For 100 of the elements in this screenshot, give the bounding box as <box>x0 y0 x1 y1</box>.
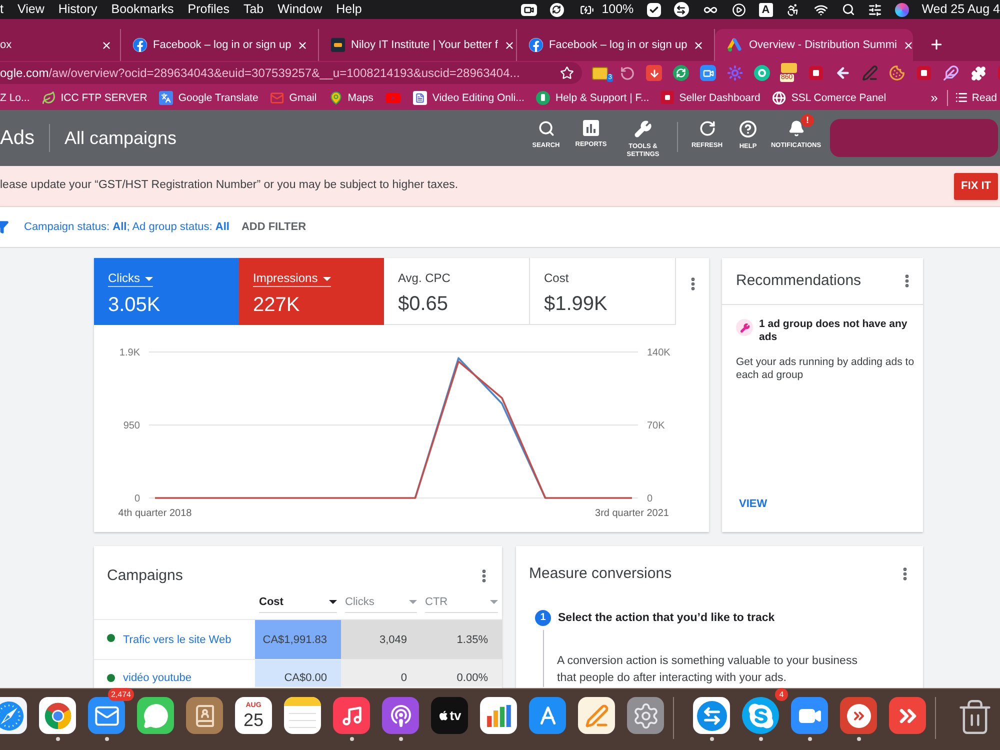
skype-app-icon[interactable] <box>742 697 779 734</box>
product-name: Ads <box>0 126 34 150</box>
feather-icon[interactable] <box>943 65 959 81</box>
history-icon[interactable] <box>620 66 634 80</box>
orb-icon[interactable] <box>894 2 909 16</box>
menu-item[interactable]: Window <box>278 2 322 17</box>
bookmark-item[interactable]: Seller Dashboard <box>661 90 760 104</box>
view-link[interactable]: VIEW <box>739 496 768 512</box>
campaign-link[interactable]: Trafic vers le site Web <box>123 632 232 646</box>
cookie-icon[interactable] <box>889 65 905 81</box>
menu-item[interactable]: Profiles <box>188 2 230 17</box>
close-icon[interactable] <box>693 40 704 50</box>
video-camera-icon[interactable] <box>520 4 537 16</box>
card-title: Recommendations <box>736 270 862 291</box>
music-app-icon[interactable] <box>333 697 370 734</box>
remote-desktop-app-icon[interactable] <box>840 697 877 734</box>
menu-item[interactable]: Bookmarks <box>111 2 174 17</box>
pen-app-icon[interactable] <box>578 697 615 734</box>
caret-icon <box>329 600 337 604</box>
close-icon[interactable] <box>297 40 308 50</box>
step-number-icon: 1 <box>535 610 551 626</box>
table-cell: 1.35% <box>421 619 502 659</box>
circular-arrows-icon[interactable] <box>550 2 564 16</box>
add-filter-button[interactable]: ADD FILTER <box>241 218 306 236</box>
column-header[interactable]: Cost <box>259 594 337 613</box>
sticky-note-icon[interactable] <box>592 66 608 80</box>
podcasts-app-icon[interactable] <box>382 697 419 734</box>
wifi-icon[interactable] <box>812 2 829 16</box>
metric-tile[interactable]: Avg. CPC $0.65 <box>384 258 530 325</box>
bookmark-item[interactable]: ICC FTP SERVER <box>42 90 148 104</box>
metric-dropdown[interactable]: Clicks <box>108 271 153 287</box>
contacts-app-icon[interactable] <box>186 697 223 734</box>
messages-app-icon[interactable] <box>137 697 174 734</box>
bookmark-star-icon[interactable] <box>560 66 574 80</box>
browser-tab[interactable]: Overview - Distribution Summi <box>715 29 913 61</box>
metric-tile[interactable]: Impressions 227K <box>239 258 384 325</box>
bookmark-item[interactable]: Video Editing Onli... <box>413 90 524 104</box>
bookmark-item[interactable]: Google Translate <box>159 90 258 104</box>
toggles-icon[interactable] <box>868 2 882 16</box>
ring-icon[interactable] <box>754 65 770 81</box>
menu-item[interactable]: Tab <box>243 2 264 17</box>
banner-message: lease update your “GST/HST Registration Number” or you may be subject to higher taxes. <box>0 178 458 194</box>
menu-item[interactable]: View <box>17 2 44 17</box>
bookmark-item[interactable]: Gmail <box>270 90 317 104</box>
column-header[interactable]: CTR <box>425 594 498 613</box>
logo-icon <box>331 38 345 52</box>
compass-app-icon[interactable] <box>0 697 27 734</box>
chevrons-app-icon[interactable] <box>889 697 926 734</box>
close-icon[interactable] <box>504 40 515 50</box>
search-icon[interactable] <box>842 3 855 16</box>
puzzle-icon[interactable] <box>970 66 986 80</box>
document-icon <box>413 90 428 104</box>
circular-arrows-icon[interactable] <box>673 65 689 81</box>
axis-tick-label: 3rd quarter 2021 <box>595 508 669 519</box>
download-icon[interactable] <box>646 65 662 81</box>
accessibility-icon[interactable] <box>786 2 800 16</box>
menu-item[interactable]: History <box>58 2 98 17</box>
axis-tick-label: 70K <box>647 420 665 432</box>
mail-app-icon[interactable] <box>88 697 125 734</box>
metric-tile[interactable]: Cost $1.99K <box>530 258 676 325</box>
close-icon[interactable] <box>902 40 914 50</box>
table-cell: 3,049 <box>341 619 421 659</box>
recommendation-title[interactable]: 1 ad group does not have any ads <box>759 318 915 344</box>
metric-dropdown[interactable]: Impressions <box>253 271 331 287</box>
translate-icon <box>159 90 174 104</box>
square-logo-icon[interactable] <box>917 66 931 80</box>
tv-app-button[interactable]: tv <box>431 697 468 734</box>
square-logo-icon[interactable] <box>809 66 823 80</box>
bookmark-item[interactable]: Z Lo... <box>0 90 30 104</box>
menu-item[interactable]: Help <box>336 2 362 17</box>
filter-summary[interactable]: Campaign status: All; Ad group status: All <box>24 218 230 236</box>
campaign-link[interactable]: vidéo youtube <box>123 671 192 685</box>
metric-tile[interactable]: Clicks 3.05K <box>94 258 239 325</box>
more-bookmarks-button[interactable]: » <box>930 90 938 104</box>
metric-value: 227K <box>253 293 301 317</box>
two-way-arrow-app-icon[interactable] <box>693 697 730 734</box>
video-camera-app-icon[interactable] <box>791 697 828 734</box>
app-store-icon[interactable] <box>529 697 566 734</box>
address-field[interactable]: ogle.com/aw/overview?ocid=289634043&euid=307539257&__u=1008214193&uscid=28963404... <box>0 62 582 84</box>
close-icon[interactable] <box>101 40 112 50</box>
menu-item[interactable]: t <box>0 2 4 17</box>
notes-app-icon[interactable] <box>284 697 321 734</box>
fix-it-button[interactable]: FIX IT <box>954 172 998 200</box>
new-tab-icon[interactable] <box>929 37 944 52</box>
bookmark-item[interactable]: Help & Support | F... <box>536 90 650 104</box>
input-source-indicator[interactable]: A <box>758 2 773 16</box>
list-icon <box>954 91 968 104</box>
bar-chart-app-icon[interactable] <box>480 697 517 734</box>
reading-list-button[interactable]: Read <box>954 90 997 104</box>
bookmark-item[interactable]: Maps <box>328 90 374 104</box>
step-title: Select the action that you’d like to track <box>558 610 775 626</box>
column-header[interactable]: Clicks <box>345 594 417 613</box>
battery-percent-text: 100% <box>602 1 634 18</box>
gear-app-icon[interactable] <box>627 697 664 734</box>
video-camera-icon[interactable] <box>700 65 716 81</box>
play-circle-icon[interactable] <box>732 2 746 16</box>
caret-icon <box>490 600 498 604</box>
bookmark-item[interactable]: SSL Comerce Panel <box>772 90 886 104</box>
browser-app-icon[interactable] <box>39 697 76 734</box>
checkmark-icon[interactable] <box>646 2 661 16</box>
